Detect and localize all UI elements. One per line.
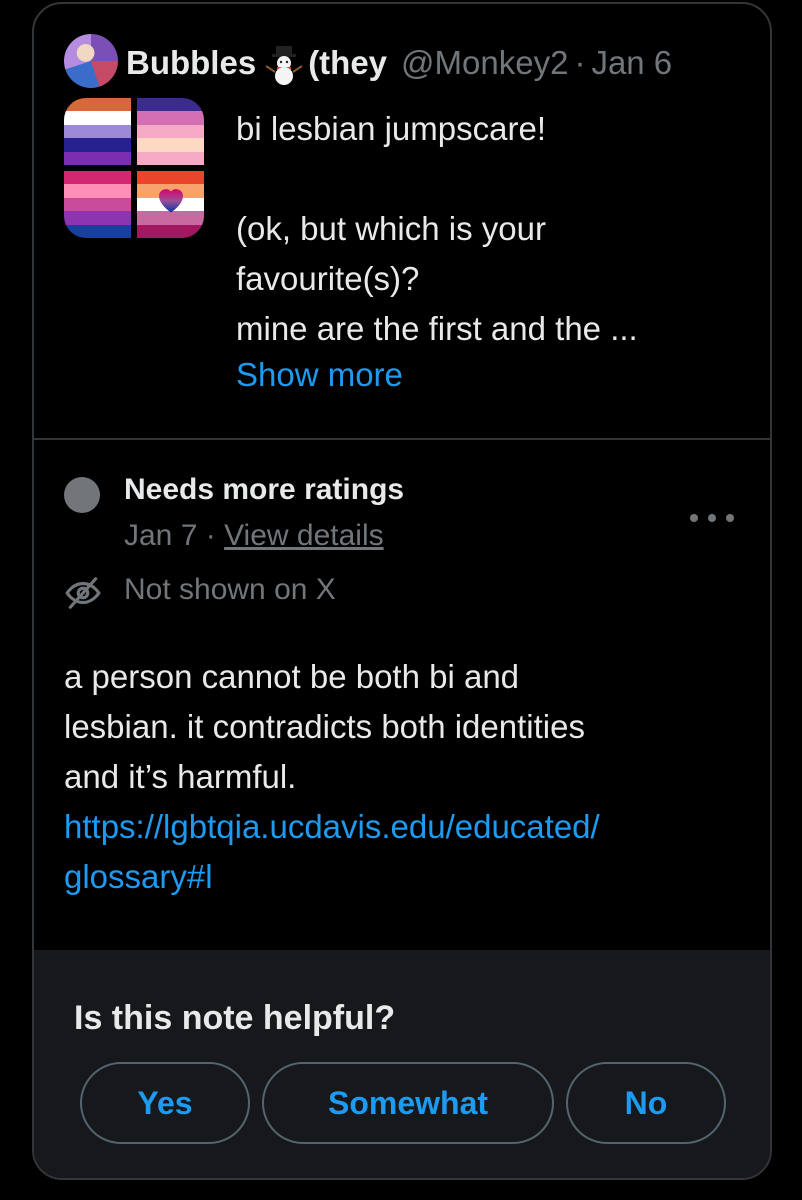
avatar[interactable] (64, 34, 118, 88)
more-options-icon[interactable] (690, 500, 734, 536)
yes-button[interactable]: Yes (80, 1062, 250, 1144)
flag-image-3 (64, 171, 131, 238)
helpful-rating-panel: Is this note helpful? Yes Somewhat No (34, 950, 770, 1178)
note-meta-separator: · (205, 519, 216, 552)
post-header: Bubbles (they @Monkey2 · Jan 6 (126, 40, 672, 86)
display-name[interactable]: Bubbles (126, 40, 256, 86)
flag-stripe (64, 184, 131, 198)
divider (34, 438, 770, 440)
not-shown-label: Not shown on X (124, 573, 336, 606)
header-separator: · (574, 44, 586, 81)
flag-stripe (137, 98, 204, 112)
flag-stripe (64, 171, 131, 185)
flag-stripe (64, 124, 131, 139)
flag-stripe (137, 151, 204, 166)
flag-stripe (64, 138, 131, 152)
note-text: a person cannot be both bi and lesbian. … (64, 658, 585, 795)
post-card: Bubbles (they @Monkey2 · Jan 6 bi lesbia… (32, 2, 772, 1180)
quoted-post[interactable]: Bubbles (they @Monkey2 · Jan 6 bi lesbia… (34, 4, 770, 438)
status-dot-icon (64, 477, 100, 513)
post-text: bi lesbian jumpscare! (ok, but which is … (236, 110, 638, 347)
note-date: Jan 7 (124, 519, 198, 552)
view-details-link[interactable]: View details (224, 519, 384, 552)
flag-stripe (137, 111, 204, 125)
flag-stripe (64, 224, 131, 238)
snowman-icon (265, 46, 303, 85)
somewhat-button[interactable]: Somewhat (262, 1062, 554, 1144)
flag-stripe (64, 197, 131, 212)
flag-stripe (137, 224, 204, 238)
user-handle[interactable]: @Monkey2 (401, 40, 568, 86)
flag-image-4 (137, 171, 204, 238)
no-button[interactable]: No (566, 1062, 726, 1144)
helpful-question: Is this note helpful? (74, 999, 396, 1037)
flag-stripe (64, 151, 131, 166)
flag-stripe (64, 98, 131, 112)
flag-image-1 (64, 98, 131, 166)
note-source-link[interactable]: https://lgbtqia.ucdavis.edu/educated/ gl… (64, 802, 754, 902)
flag-stripe (64, 111, 131, 125)
post-date[interactable]: Jan 6 (591, 40, 672, 86)
note-meta: Jan 7 · View details (124, 514, 384, 558)
show-more-link[interactable]: Show more (236, 350, 403, 400)
note-status: Needs more ratings (124, 473, 405, 506)
flag-stripe (137, 124, 204, 139)
flag-stripe (137, 138, 204, 152)
name-suffix: (they (308, 44, 388, 81)
heart-icon (159, 189, 183, 213)
flag-image-2 (137, 98, 204, 166)
flag-stripe (64, 211, 131, 225)
eye-off-icon (65, 577, 101, 609)
post-image[interactable] (64, 98, 204, 238)
